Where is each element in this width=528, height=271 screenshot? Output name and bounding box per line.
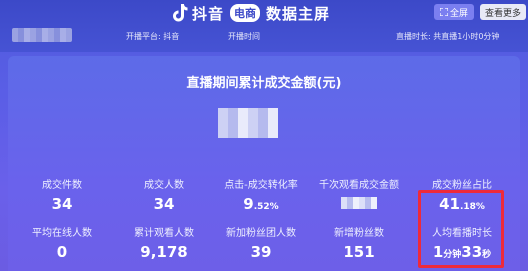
- stat-label: 成交人数: [144, 180, 184, 191]
- stat-value: 9,178: [140, 243, 188, 261]
- stat-value-redacted: [341, 197, 377, 209]
- stat-label: 平均在线人数: [32, 228, 92, 239]
- stat-label: 新增粉丝数: [334, 228, 384, 239]
- stat-gpm: 千次观看成交金额: [314, 176, 404, 213]
- brand-logo: 抖音 电商 数据主屏: [172, 2, 330, 24]
- stat-value: 9.52%: [216, 195, 306, 216]
- start-time-info: 开播时间: [228, 32, 260, 41]
- stat-value: 34: [51, 195, 73, 213]
- stat-new-fan-club: 新加粉丝团人数 39: [216, 224, 306, 261]
- stat-total-viewers: 累计观看人数 9,178: [119, 224, 209, 261]
- highlight-annotation-box: [418, 190, 504, 268]
- tiktok-icon: [173, 4, 188, 22]
- total-sales-title: 直播期间累计成交金额(元): [186, 76, 342, 91]
- view-more-button[interactable]: 查看更多: [480, 4, 526, 20]
- stat-value-suffix: .52%: [253, 202, 279, 212]
- stat-value-main: 9: [243, 195, 254, 213]
- stat-label: 成交件数: [42, 180, 82, 191]
- ecommerce-badge: 电商: [230, 4, 261, 22]
- stat-label: 千次观看成交金额: [319, 180, 399, 191]
- platform-info: 开播平台: 抖音: [126, 32, 180, 41]
- page-title: 数据主屏: [266, 4, 331, 23]
- stat-label: 新加粉丝团人数: [226, 228, 296, 239]
- stat-avg-online: 平均在线人数 0: [17, 224, 107, 261]
- stat-label: 成交粉丝占比: [432, 180, 492, 191]
- stat-value: 39: [250, 243, 272, 261]
- stat-new-followers: 新增粉丝数 151: [314, 224, 404, 261]
- stat-value: 34: [153, 195, 175, 213]
- total-sales-value-redacted: [218, 108, 278, 138]
- duration-info: 直播时长: 共直播1小时0分钟: [396, 32, 500, 41]
- fullscreen-label: 全屏: [449, 8, 468, 19]
- fullscreen-icon: [439, 8, 448, 16]
- account-name-redacted: [12, 28, 72, 42]
- stat-click-conversion: 点击-成交转化率 9.52%: [216, 176, 306, 216]
- fullscreen-button[interactable]: 全屏: [434, 4, 474, 20]
- stat-label: 点击-成交转化率: [224, 180, 298, 191]
- stat-buyers: 成交人数 34: [119, 176, 209, 213]
- stat-value: 151: [343, 243, 375, 261]
- stat-label: 累计观看人数: [134, 228, 194, 239]
- stat-orders: 成交件数 34: [17, 176, 107, 213]
- stat-value: 0: [56, 243, 68, 261]
- brand-name: 抖音: [192, 4, 225, 23]
